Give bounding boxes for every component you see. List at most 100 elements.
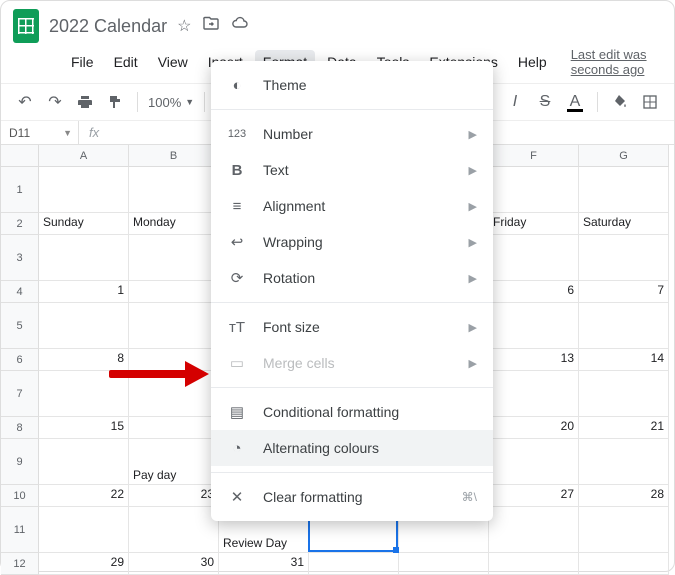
menu-item-clear-formatting[interactable]: ✕Clear formatting⌘\ [211,479,493,515]
menu-help[interactable]: Help [510,50,555,74]
menu-item-font-size[interactable]: тTFont size▶ [211,309,493,345]
cell[interactable]: 14 [579,349,669,371]
cell[interactable] [579,167,669,213]
row-header[interactable]: 9 [1,439,39,485]
cell[interactable]: 28 [579,485,669,507]
cell[interactable] [579,507,669,553]
menu-item-wrapping[interactable]: ↩Wrapping▶ [211,224,493,260]
print-icon[interactable] [73,90,97,114]
cell[interactable] [39,235,129,281]
cell[interactable]: Sunday [39,213,129,235]
name-box[interactable]: D11▼ [1,121,79,144]
cell[interactable] [39,439,129,485]
row-header[interactable]: 4 [1,281,39,303]
menu-item-label: Alignment [263,198,453,214]
cell[interactable] [39,167,129,213]
cell[interactable]: 15 [39,417,129,439]
cell[interactable]: 27 [489,485,579,507]
cell[interactable] [489,167,579,213]
redo-icon[interactable]: ↷ [43,90,67,114]
menu-view[interactable]: View [150,50,196,74]
row-header[interactable]: 1 [1,167,39,213]
menu-item-alignment[interactable]: ≡ Alignment ▶ [211,188,493,224]
cell[interactable]: 20 [489,417,579,439]
cell[interactable] [489,371,579,417]
last-edit-link[interactable]: Last edit was seconds ago [571,47,662,77]
submenu-arrow-icon: ▶ [469,321,477,334]
submenu-arrow-icon: ▶ [469,236,477,249]
cell[interactable]: Monday [129,213,219,235]
cell[interactable] [39,507,129,553]
menu-item-alternating-colours[interactable]: ◔Alternating colours [211,430,493,466]
menu-item-rotation[interactable]: ⟳Rotation▶ [211,260,493,296]
cell[interactable]: Pay day [129,439,219,485]
row-header[interactable]: 2 [1,213,39,235]
cell[interactable]: 6 [489,281,579,303]
cell[interactable] [489,507,579,553]
cell[interactable] [579,371,669,417]
menu-item-label: Merge cells [263,355,453,371]
italic-icon[interactable]: I [503,90,527,114]
cell[interactable]: Friday [489,213,579,235]
row-header[interactable]: 8 [1,417,39,439]
column-header[interactable]: F [489,145,579,167]
cell[interactable] [129,167,219,213]
column-header[interactable]: G [579,145,669,167]
column-header[interactable]: B [129,145,219,167]
cell[interactable] [129,507,219,553]
menu-item-theme[interactable]: ◐Theme [211,67,493,103]
cell[interactable]: 1 [39,281,129,303]
menu-edit[interactable]: Edit [106,50,146,74]
cell[interactable] [489,303,579,349]
cell[interactable] [489,235,579,281]
menu-item-number[interactable]: 123Number▶ [211,116,493,152]
column-header[interactable]: A [39,145,129,167]
merge-icon: ▭ [227,354,247,372]
fill-color-icon[interactable] [608,90,632,114]
cell[interactable]: Saturday [579,213,669,235]
cell[interactable] [129,235,219,281]
cell[interactable]: 13 [489,349,579,371]
select-all-corner[interactable] [1,145,39,167]
cell[interactable] [579,439,669,485]
cell[interactable]: 7 [579,281,669,303]
row-header[interactable]: 5 [1,303,39,349]
move-icon[interactable] [203,16,219,36]
cell[interactable] [579,235,669,281]
zoom-select[interactable]: 100%▼ [148,95,194,110]
menu-divider [211,387,493,388]
row-header[interactable]: 6 [1,349,39,371]
row-header[interactable]: 11 [1,507,39,553]
menu-shortcut: ⌘\ [462,490,477,504]
row-header[interactable]: 3 [1,235,39,281]
cell[interactable] [129,281,219,303]
cell[interactable]: 23 [129,485,219,507]
menu-file[interactable]: File [63,50,102,74]
cell[interactable] [129,417,219,439]
menu-item-label: Wrapping [263,234,453,250]
rotate-icon: ⟳ [227,269,247,287]
cell[interactable] [129,303,219,349]
document-title[interactable]: 2022 Calendar [49,16,167,37]
strikethrough-icon[interactable]: S [533,90,557,114]
cell[interactable]: 21 [579,417,669,439]
menu-item-text[interactable]: BText▶ [211,152,493,188]
menu-item-conditional-formatting[interactable]: ▤Conditional formatting [211,394,493,430]
star-icon[interactable]: ☆ [177,16,191,36]
cloud-status-icon[interactable] [231,16,249,36]
cell[interactable]: 22 [39,485,129,507]
menu-divider [211,302,493,303]
row-header[interactable]: 10 [1,485,39,507]
cell[interactable] [579,303,669,349]
undo-icon[interactable]: ↶ [13,90,37,114]
menu-item-label: Number [263,126,453,142]
submenu-arrow-icon: ▶ [469,200,477,213]
cell[interactable] [39,303,129,349]
text-color-icon[interactable]: A [563,90,587,114]
align-icon: ≡ [227,198,247,215]
menu-divider [211,472,493,473]
row-header[interactable]: 7 [1,371,39,417]
paint-format-icon[interactable] [103,90,127,114]
cell[interactable] [489,439,579,485]
borders-icon[interactable] [638,90,662,114]
